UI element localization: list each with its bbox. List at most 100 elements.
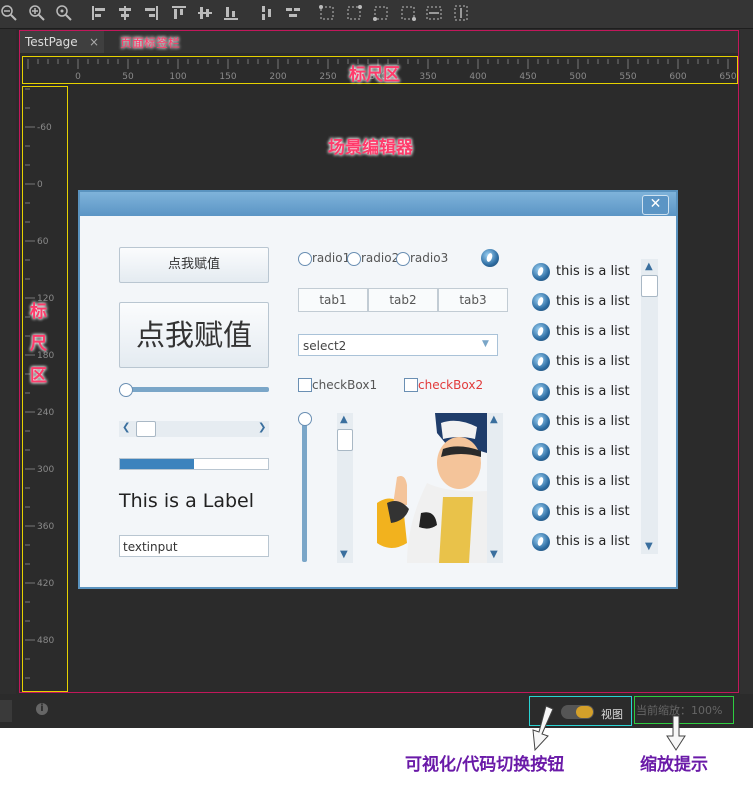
radio-2-label: radio2 xyxy=(361,251,400,265)
h-ruler-label: 500 xyxy=(569,72,586,82)
distribute-h-icon[interactable] xyxy=(284,4,302,22)
info-icon[interactable]: i xyxy=(36,703,48,715)
list-item-icon xyxy=(532,473,550,491)
dialog-titlebar[interactable] xyxy=(80,192,676,216)
scroll-down-arrow-icon[interactable]: ▼ xyxy=(340,549,348,560)
radio-2[interactable] xyxy=(347,252,361,266)
annotation-toggle-button: 可视化/代码切换按钮 xyxy=(405,755,565,775)
radio-3[interactable] xyxy=(396,252,410,266)
toggle-knob[interactable] xyxy=(576,706,593,718)
annotation-zoom-hint: 缩放提示 xyxy=(640,755,708,775)
v-scrollbar-1-thumb[interactable] xyxy=(337,429,353,451)
v-slider-handle[interactable] xyxy=(298,412,312,426)
list-scroll-up-arrow-icon[interactable]: ▲ xyxy=(645,261,653,272)
assign-button-large[interactable]: 点我赋值 xyxy=(119,302,269,368)
text-input[interactable]: textinput xyxy=(119,535,269,557)
annotation-ruler-v-1: 标 xyxy=(30,302,47,322)
v-ruler-label: 360 xyxy=(37,522,54,532)
checkbox-2[interactable] xyxy=(404,378,418,392)
tab-3[interactable]: tab3 xyxy=(438,288,508,312)
align-middle-v-icon[interactable] xyxy=(196,4,214,22)
scroll-left-arrow-icon[interactable]: ❮ xyxy=(122,422,130,433)
list-item[interactable]: this is a list xyxy=(530,380,640,404)
zoom-out-icon[interactable] xyxy=(0,4,18,22)
h-ruler-label: 100 xyxy=(169,72,186,82)
checkbox-2-label: checkBox2 xyxy=(418,378,484,392)
zoom-reset-icon[interactable] xyxy=(55,4,73,22)
list-item-icon xyxy=(532,323,550,341)
list-item-icon xyxy=(532,413,550,431)
anchor-bottom-right-icon[interactable] xyxy=(399,4,417,22)
align-bottom-icon[interactable] xyxy=(222,4,240,22)
list-scrollbar-thumb[interactable] xyxy=(641,275,658,297)
right-panel xyxy=(740,29,753,694)
list-view[interactable]: this is a list this is a list this is a li… xyxy=(530,260,640,560)
select-value: select2 xyxy=(303,339,347,353)
list-item-label: this is a list xyxy=(556,414,630,429)
scroll-up-arrow-icon[interactable]: ▲ xyxy=(340,414,348,425)
zoom-in-icon[interactable] xyxy=(28,4,46,22)
h-ruler-label: 250 xyxy=(319,72,336,82)
list-item-label: this is a list xyxy=(556,534,630,549)
select-dropdown[interactable]: select2 ▼ xyxy=(298,334,498,356)
dialog-close-button[interactable]: ✕ xyxy=(642,195,669,215)
anchor-top-right-icon[interactable] xyxy=(345,4,363,22)
list-item[interactable]: this is a list xyxy=(530,320,640,344)
h-ruler-label: 400 xyxy=(469,72,486,82)
image-scroll-up-arrow-icon[interactable]: ▲ xyxy=(490,414,498,425)
list-item-label: this is a list xyxy=(556,504,630,519)
anchor-top-left-icon[interactable] xyxy=(318,4,336,22)
list-item[interactable]: this is a list xyxy=(530,350,640,374)
v-ruler-label: -60 xyxy=(37,123,52,133)
radio-1[interactable] xyxy=(298,252,312,266)
chevron-down-icon: ▼ xyxy=(482,339,489,349)
vertical-ruler[interactable]: -120-60060120180240300360420480540 xyxy=(22,86,68,692)
h-slider-handle[interactable] xyxy=(119,383,133,397)
align-center-h-icon[interactable] xyxy=(116,4,134,22)
clip-icon xyxy=(481,249,499,267)
h-scrollbar-thumb[interactable] xyxy=(136,421,156,437)
zoom-value: 100% xyxy=(691,704,723,717)
align-right-icon[interactable] xyxy=(142,4,160,22)
image-scroll-down-arrow-icon[interactable]: ▼ xyxy=(490,549,498,560)
list-item-icon xyxy=(532,383,550,401)
align-left-icon[interactable] xyxy=(90,4,108,22)
list-item[interactable]: this is a list xyxy=(530,470,640,494)
label-text: This is a Label xyxy=(119,490,255,512)
h-slider-track[interactable] xyxy=(123,387,269,392)
tab-2[interactable]: tab2 xyxy=(368,288,438,312)
list-scroll-down-arrow-icon[interactable]: ▼ xyxy=(645,541,653,552)
list-item[interactable]: this is a list xyxy=(530,530,640,554)
stretch-v-icon[interactable] xyxy=(452,4,470,22)
list-item[interactable]: this is a list xyxy=(530,290,640,314)
toolbar xyxy=(0,0,753,29)
stretch-h-icon[interactable] xyxy=(425,4,443,22)
v-ruler-label: 420 xyxy=(37,579,54,589)
tab-1[interactable]: tab1 xyxy=(298,288,368,312)
h-ruler-label: 600 xyxy=(669,72,686,82)
checkbox-1[interactable] xyxy=(298,378,312,392)
list-item-label: this is a list xyxy=(556,384,630,399)
list-item[interactable]: this is a list xyxy=(530,500,640,524)
list-item[interactable]: this is a list xyxy=(530,410,640,434)
anchor-bottom-left-icon[interactable] xyxy=(372,4,390,22)
vertical-ruler-ticks: -120-60060120180240300360420480540 xyxy=(25,88,54,679)
radio-3-label: radio3 xyxy=(410,251,449,265)
status-left-stub xyxy=(0,700,12,722)
list-item[interactable]: this is a list xyxy=(530,440,640,464)
align-top-icon[interactable] xyxy=(170,4,188,22)
v-slider-track[interactable] xyxy=(302,414,307,562)
left-panel xyxy=(0,29,16,694)
h-ruler-label: 200 xyxy=(269,72,286,82)
list-item[interactable]: this is a list xyxy=(530,260,640,284)
list-scrollbar[interactable] xyxy=(641,259,658,554)
scroll-right-arrow-icon[interactable]: ❯ xyxy=(258,422,266,433)
callout-arrow-zoom-icon xyxy=(666,715,686,751)
distribute-v-icon[interactable] xyxy=(258,4,276,22)
toggle-label: 视图 xyxy=(601,708,623,721)
radio-1-label: radio1 xyxy=(312,251,351,265)
assign-button-small[interactable]: 点我赋值 xyxy=(119,247,269,283)
v-ruler-label: 240 xyxy=(37,408,54,418)
image-scrollbar[interactable] xyxy=(487,413,503,563)
list-item-label: this is a list xyxy=(556,294,630,309)
